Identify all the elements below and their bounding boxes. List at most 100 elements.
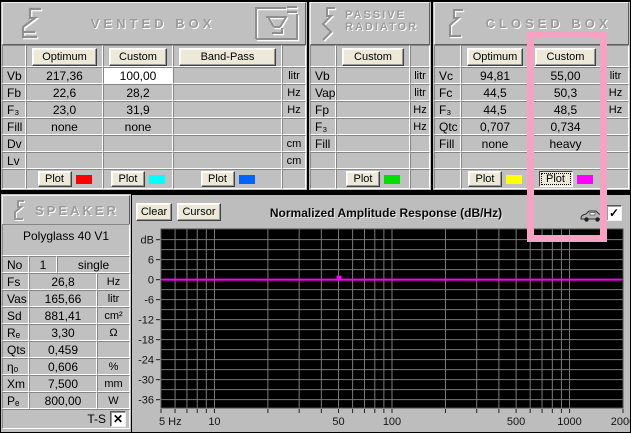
- unit-cell: Hz: [410, 118, 430, 135]
- ts-checkbox[interactable]: ✕: [110, 411, 126, 427]
- cursor-button[interactable]: Cursor: [177, 203, 221, 221]
- value-cell: 165,66: [29, 290, 97, 307]
- passive-radiator-table: Custom Vb litr Vap litr Fp Hz F₃ Hz Fill…: [310, 45, 430, 189]
- custom-column-button[interactable]: Custom: [342, 47, 404, 66]
- empty-cell: [336, 152, 410, 169]
- clear-button[interactable]: Clear: [136, 203, 172, 221]
- panel-title-line2: RADIATOR: [345, 21, 419, 33]
- speaker-params-table: Fs 26,8 Hz Vas 165,66 litr Sd 881,41 cm²…: [2, 273, 130, 409]
- value-cell: [173, 84, 282, 101]
- custom-column-button[interactable]: Custom: [109, 47, 167, 66]
- svg-text:500: 500: [507, 416, 525, 428]
- empty-cell: [410, 169, 430, 189]
- unit-cell: [410, 135, 430, 152]
- row-label: Sd: [2, 307, 29, 324]
- unit-cell: mm: [97, 375, 130, 392]
- row-label: Fill: [2, 118, 26, 135]
- svg-text:1000: 1000: [557, 416, 581, 428]
- row-label: Fill: [434, 135, 461, 152]
- value-cell: 800,00: [29, 392, 97, 409]
- empty-cell: [434, 169, 461, 189]
- speaker-header: SPEAKER: [2, 195, 130, 225]
- value-cell: none: [26, 118, 103, 135]
- plot-cell-custom: Plot: [103, 169, 173, 189]
- speaker-driver-icon: [449, 9, 465, 39]
- unit-cell: litr: [410, 84, 430, 101]
- plot-color-chip: [75, 174, 92, 184]
- value-cell: 44,5: [461, 84, 529, 101]
- svg-text:dB: dB: [141, 235, 154, 247]
- graph-title: Normalized Amplitude Response (dB/Hz): [269, 206, 503, 220]
- plot-button[interactable]: Plot: [37, 171, 72, 187]
- svg-text:5 Hz: 5 Hz: [159, 416, 182, 428]
- value-cell: [103, 152, 173, 169]
- value-cell: [173, 101, 282, 118]
- plot-color-chip: [384, 174, 400, 184]
- empty-cell: [310, 45, 336, 67]
- svg-text:50: 50: [332, 416, 344, 428]
- svg-text:-30: -30: [138, 375, 154, 387]
- speaker-driver-icon: [21, 7, 43, 40]
- value-cell: 44,5: [461, 101, 529, 118]
- svg-text:-12: -12: [138, 315, 154, 327]
- svg-text:100: 100: [383, 416, 401, 428]
- value-cell: [336, 101, 410, 118]
- optimum-column-button[interactable]: Optimum: [32, 47, 97, 66]
- plot-cell-bandpass: Plot: [173, 169, 282, 189]
- row-label: No: [2, 256, 29, 273]
- speaker-driver-icon: [14, 200, 25, 221]
- empty-cell: [282, 169, 306, 189]
- row-label: Pₑ: [2, 392, 29, 409]
- bandpass-column-button[interactable]: Band-Pass: [179, 47, 276, 66]
- optimum-column-button[interactable]: Optimum: [467, 47, 523, 66]
- graph-checkbox[interactable]: ✓: [606, 205, 622, 221]
- svg-text:-36: -36: [138, 395, 154, 407]
- row-label: Fc: [434, 84, 461, 101]
- row-label: ηₒ: [2, 358, 29, 375]
- x-mark-icon: ✕: [112, 412, 124, 426]
- unit-cell: [97, 341, 130, 358]
- speaker-name: Polyglass 40 V1: [2, 224, 130, 256]
- header-cell: Custom: [103, 45, 173, 67]
- row-label: Fill: [310, 135, 336, 152]
- svg-text:-24: -24: [138, 355, 154, 367]
- plot-color-chip: [238, 174, 255, 184]
- value-cell: [173, 135, 282, 152]
- svg-text:6: 6: [148, 255, 154, 267]
- panel-title: CLOSED BOX: [485, 16, 612, 31]
- unit-cell: [282, 118, 306, 135]
- value-cell: 0,459: [29, 341, 97, 358]
- svg-text:10: 10: [208, 416, 220, 428]
- passive-radiator-header: PASSIVE RADIATOR: [310, 2, 430, 45]
- plot-button[interactable]: Plot: [346, 171, 380, 187]
- unit-cell: Hz: [282, 84, 306, 101]
- plot-cell-custom: Plot: [336, 169, 410, 189]
- plot-button[interactable]: Plot: [111, 171, 145, 187]
- value-cell: 0,707: [461, 118, 529, 135]
- value-cell: single: [57, 256, 130, 273]
- unit-cell: cm: [282, 152, 306, 169]
- unit-cell: Hz: [97, 273, 130, 290]
- svg-text:0: 0: [148, 275, 154, 287]
- unit-cell: cm: [282, 135, 306, 152]
- plot-color-chip: [506, 174, 522, 184]
- panel-title: SPEAKER: [35, 203, 119, 218]
- header-cell: Custom: [336, 45, 410, 67]
- header-cell: Band-Pass: [173, 45, 282, 67]
- value-cell: 23,0: [26, 101, 103, 118]
- value-cell: 31,9: [103, 101, 173, 118]
- value-cell: 22,6: [26, 84, 103, 101]
- value-input-cell[interactable]: 100,00: [103, 67, 173, 84]
- value-cell: 26,8: [29, 273, 97, 290]
- plot-button[interactable]: Plot: [200, 171, 235, 187]
- panel-title: VENTED BOX: [90, 16, 216, 31]
- row-label: Lv: [2, 152, 26, 169]
- value-cell: 94,81: [461, 67, 529, 84]
- empty-cell: [310, 152, 336, 169]
- value-cell: [336, 84, 410, 101]
- passive-radiator-icon: [321, 7, 337, 42]
- value-cell: 881,41: [29, 307, 97, 324]
- plot-button[interactable]: Plot: [468, 171, 502, 187]
- empty-cell: [461, 152, 529, 169]
- passive-radiator-panel: PASSIVE RADIATOR Custom Vb litr Vap litr…: [309, 2, 431, 190]
